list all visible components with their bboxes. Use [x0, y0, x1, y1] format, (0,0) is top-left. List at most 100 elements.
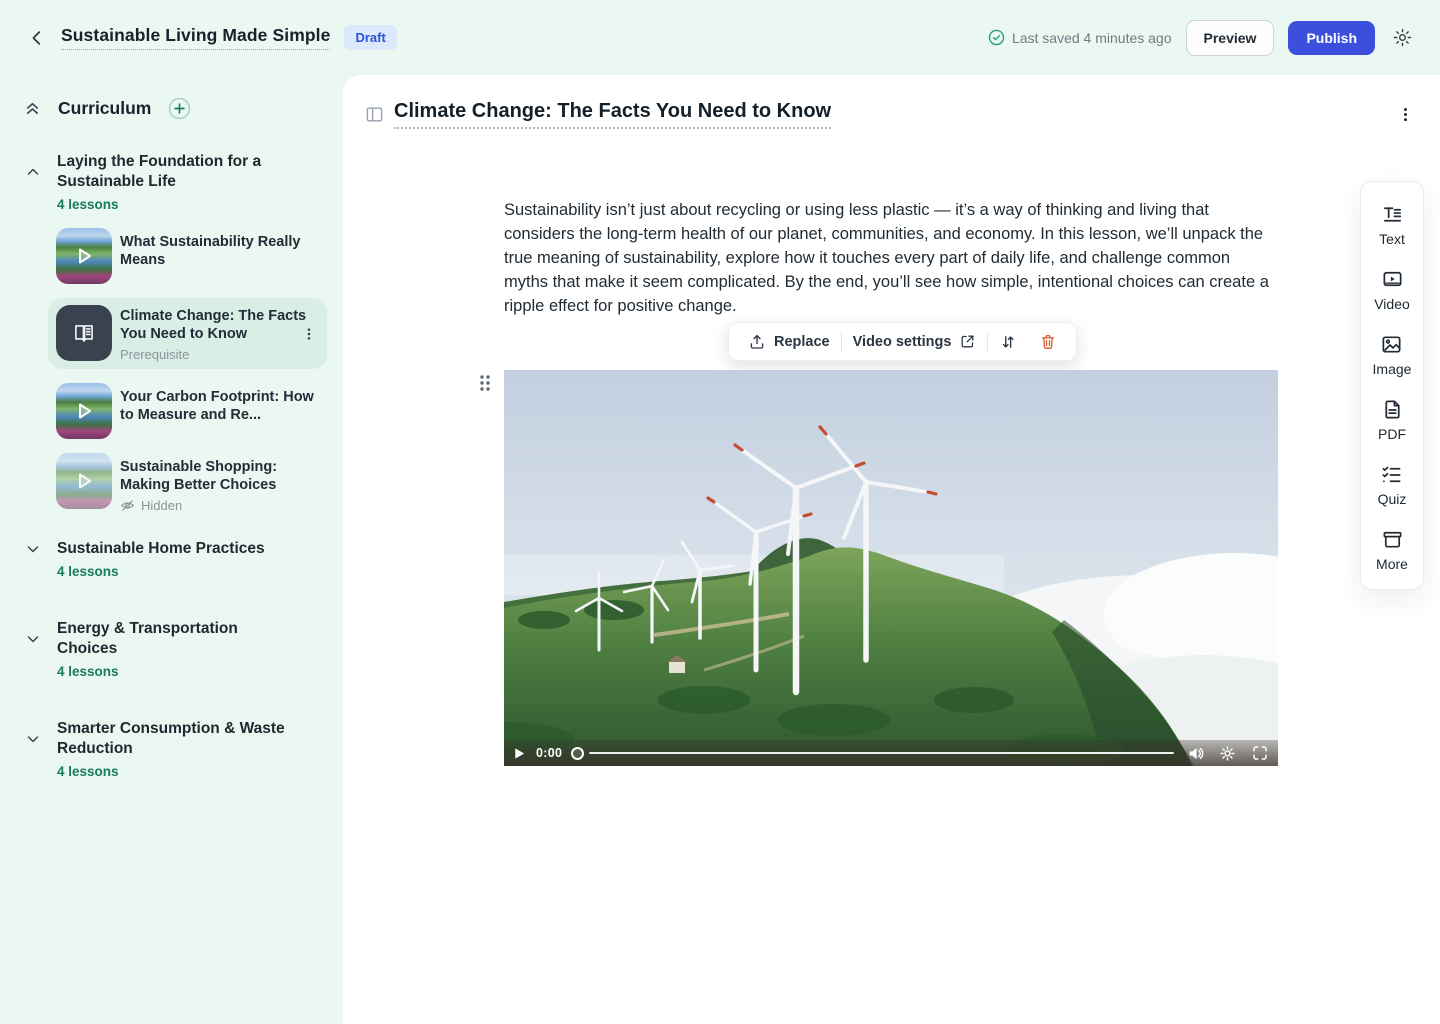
- video-settings-gear-button[interactable]: [1219, 745, 1236, 762]
- expand-section-button[interactable]: [24, 541, 41, 558]
- plus-circle-icon: [168, 97, 191, 120]
- external-link-icon: [959, 333, 976, 350]
- lesson-list: What Sustainability Really Means Climate…: [56, 228, 327, 513]
- lesson-video-thumbnail: [56, 453, 112, 509]
- section-lesson-count: 4 lessons: [57, 664, 327, 679]
- lesson-item-hidden[interactable]: Sustainable Shopping: Making Better Choi…: [56, 453, 327, 513]
- section-header[interactable]: Smarter Consumption & Waste Reduction: [24, 719, 327, 759]
- section-header[interactable]: Sustainable Home Practices: [24, 539, 327, 559]
- lesson-subtitle: Hidden: [141, 498, 182, 513]
- lesson-paragraph[interactable]: Sustainability isn’t just about recyclin…: [504, 198, 1278, 318]
- fullscreen-icon: [1251, 744, 1269, 762]
- fullscreen-button[interactable]: [1251, 744, 1269, 762]
- palette-item-video[interactable]: Video: [1374, 268, 1410, 312]
- play-overlay-icon: [56, 453, 112, 509]
- chevron-down-icon: [25, 631, 41, 647]
- move-block-button[interactable]: [988, 323, 1028, 360]
- lesson-video-thumbnail: [56, 228, 112, 284]
- collapse-section-button[interactable]: [24, 164, 41, 181]
- palette-item-pdf[interactable]: PDF: [1378, 398, 1406, 442]
- section-lesson-count: 4 lessons: [57, 197, 327, 212]
- palette-item-more[interactable]: More: [1376, 528, 1408, 572]
- volume-icon: [1187, 745, 1204, 762]
- open-book-icon: [71, 320, 97, 346]
- palette-label: Video: [1374, 296, 1410, 312]
- lesson-item[interactable]: What Sustainability Really Means: [56, 228, 327, 284]
- video-time: 0:00: [536, 746, 562, 760]
- publish-button[interactable]: Publish: [1288, 21, 1375, 55]
- section-title: Energy & Transportation Choices: [57, 619, 287, 659]
- lesson-page-title[interactable]: Climate Change: The Facts You Need to Kn…: [394, 100, 831, 129]
- section-lesson-count: 4 lessons: [57, 564, 327, 579]
- section-header[interactable]: Energy & Transportation Choices: [24, 619, 327, 659]
- preview-button[interactable]: Preview: [1186, 20, 1275, 56]
- palette-item-quiz[interactable]: Quiz: [1378, 463, 1407, 507]
- panel-toggle-icon: [365, 105, 384, 124]
- gear-icon: [1219, 745, 1236, 762]
- block-drag-handle[interactable]: [478, 374, 492, 392]
- pdf-block-icon: [1381, 398, 1404, 421]
- sort-arrows-icon: [999, 333, 1017, 351]
- volume-button[interactable]: [1187, 745, 1204, 762]
- scrubber-knob[interactable]: [571, 747, 584, 760]
- lesson-header: Climate Change: The Facts You Need to Kn…: [362, 100, 1414, 129]
- section-title: Sustainable Home Practices: [57, 539, 287, 559]
- chevron-down-icon: [25, 541, 41, 557]
- image-block-icon: [1380, 333, 1403, 356]
- replace-video-button[interactable]: Replace: [737, 323, 841, 360]
- lesson-item[interactable]: Your Carbon Footprint: How to Measure an…: [56, 383, 327, 439]
- more-block-icon: [1381, 528, 1404, 551]
- palette-label: Quiz: [1378, 491, 1407, 507]
- play-icon: [513, 747, 526, 760]
- palette-item-image[interactable]: Image: [1373, 333, 1412, 377]
- eye-off-icon: [120, 498, 135, 513]
- expand-section-button[interactable]: [24, 731, 41, 748]
- delete-block-button[interactable]: [1028, 323, 1068, 360]
- play-button[interactable]: [513, 747, 527, 760]
- quiz-block-icon: [1380, 463, 1403, 486]
- palette-item-text[interactable]: Text: [1379, 203, 1405, 247]
- section-lesson-count: 4 lessons: [57, 764, 327, 779]
- course-title[interactable]: Sustainable Living Made Simple: [61, 25, 330, 50]
- progress-track[interactable]: [589, 752, 1174, 754]
- lesson-title: Your Carbon Footprint: How to Measure an…: [120, 388, 315, 424]
- sidebar-toggle-button[interactable]: [362, 103, 386, 127]
- section-title: Smarter Consumption & Waste Reduction: [57, 719, 287, 759]
- lesson-title: What Sustainability Really Means: [120, 233, 315, 269]
- chevron-up-icon: [25, 164, 41, 180]
- lesson-menu-button[interactable]: [301, 326, 317, 342]
- settings-button[interactable]: [1389, 25, 1415, 51]
- video-block-toolbar: Replace Video settings: [728, 322, 1077, 361]
- curriculum-section: Sustainable Home Practices 4 lessons: [24, 539, 327, 579]
- expand-section-button[interactable]: [24, 631, 41, 648]
- lesson-reading-tile: [56, 305, 112, 361]
- video-block-icon: [1381, 268, 1404, 291]
- chevron-left-icon: [28, 29, 46, 47]
- text-block-icon: [1381, 203, 1404, 226]
- topbar-actions: Last saved 4 minutes ago Preview Publish: [988, 20, 1415, 56]
- lesson-video-thumbnail: [56, 383, 112, 439]
- check-circle-icon: [988, 29, 1005, 46]
- section-title: Laying the Foundation for a Sustainable …: [57, 152, 287, 192]
- lesson-title: Sustainable Shopping: Making Better Choi…: [120, 458, 315, 494]
- add-section-button[interactable]: [168, 97, 191, 120]
- collapse-all-button[interactable]: [24, 100, 41, 117]
- curriculum-section: Smarter Consumption & Waste Reduction 4 …: [24, 719, 327, 779]
- section-header[interactable]: Laying the Foundation for a Sustainable …: [24, 152, 327, 192]
- lesson-subtitle: Prerequisite: [120, 347, 315, 362]
- curriculum-sidebar: Curriculum Laying the Foundation for a S…: [0, 75, 343, 1024]
- lesson-item-selected[interactable]: Climate Change: The Facts You Need to Kn…: [48, 298, 327, 369]
- chevron-down-icon: [25, 731, 41, 747]
- video-settings-button[interactable]: Video settings: [842, 323, 988, 360]
- palette-label: PDF: [1378, 426, 1406, 442]
- block-palette: Text Video Image PDF Quiz More: [1360, 181, 1424, 590]
- video-settings-label: Video settings: [853, 334, 952, 350]
- gear-icon: [1392, 27, 1413, 48]
- back-button[interactable]: [25, 26, 49, 50]
- drag-dots-icon: [478, 374, 492, 392]
- lesson-options-button[interactable]: [1396, 106, 1414, 124]
- video-player[interactable]: 0:00: [504, 370, 1278, 766]
- double-chevron-up-icon: [24, 100, 41, 117]
- kebab-menu-icon: [302, 327, 316, 341]
- palette-label: More: [1376, 556, 1408, 572]
